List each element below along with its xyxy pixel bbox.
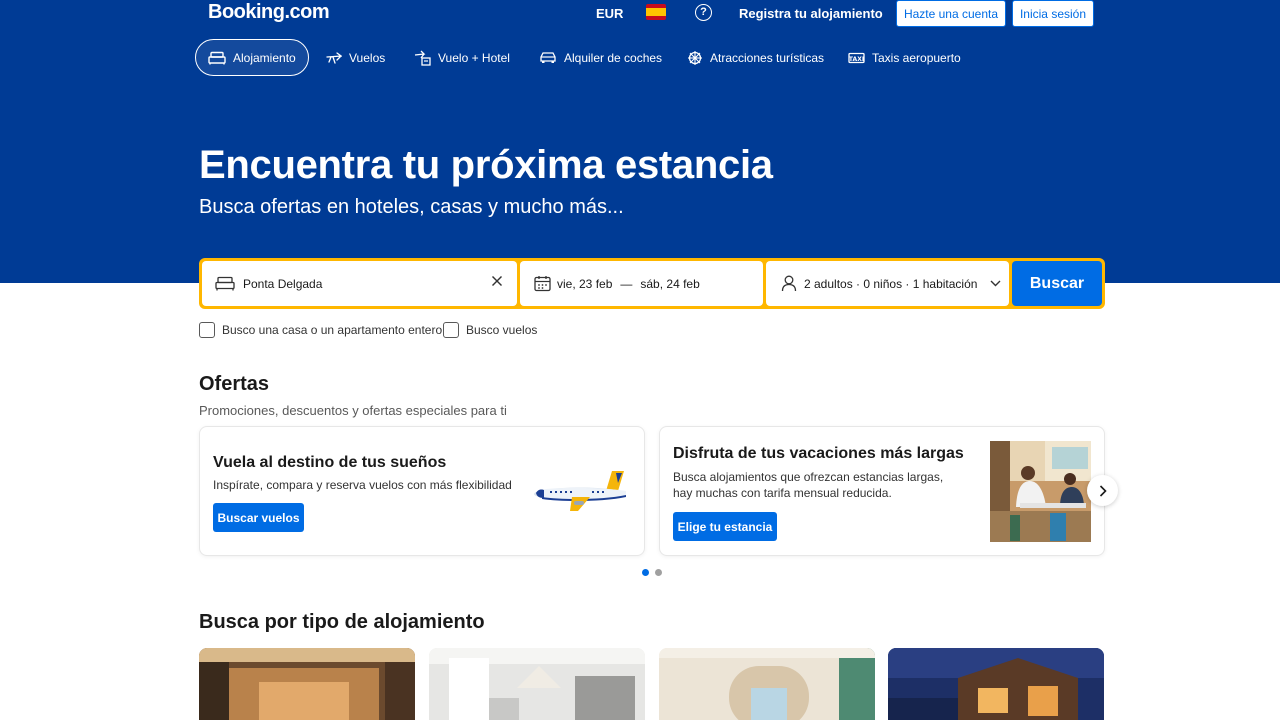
choose-stay-button[interactable]: Elige tu estancia xyxy=(673,512,777,541)
register-property-link[interactable]: Registra tu alojamiento xyxy=(739,6,883,21)
search-bar: Ponta Delgada vie, 23 feb — sáb, 24 feb … xyxy=(199,258,1105,309)
destination-field[interactable]: Ponta Delgada xyxy=(202,261,517,306)
close-icon[interactable] xyxy=(491,275,503,287)
property-type-tile[interactable] xyxy=(429,648,645,720)
nav-tab-alquiler-coches[interactable]: Alquiler de coches xyxy=(539,39,662,76)
carousel-dot-active[interactable] xyxy=(642,569,649,576)
checkbox-label: Busco vuelos xyxy=(466,323,538,337)
offer-card-text: Busca alojamientos que ofrezcan estancia… xyxy=(673,470,944,500)
nav-tab-label: Alquiler de coches xyxy=(564,50,663,65)
offer-card-text: Inspírate, compara y reserva vuelos con … xyxy=(213,478,512,492)
property-types-title: Busca por tipo de alojamiento xyxy=(199,611,485,633)
nav-tab-label: Vuelo + Hotel xyxy=(438,50,510,65)
property-type-tile[interactable] xyxy=(659,648,875,720)
login-button[interactable]: Inicia sesión xyxy=(1012,0,1094,27)
search-button[interactable]: Buscar xyxy=(1012,261,1102,306)
offer-card-title: Disfruta de tus vacaciones más largas xyxy=(673,445,964,462)
page-title: Encuentra tu próxima estancia xyxy=(199,143,773,187)
booking-logo[interactable]: Booking.com xyxy=(208,1,330,24)
car-icon xyxy=(540,52,556,63)
taxi-icon: TAXI xyxy=(848,52,865,63)
spain-flag-icon[interactable] xyxy=(646,4,666,20)
bed-icon xyxy=(215,276,235,291)
nav-tab-alojamiento[interactable]: Alojamiento xyxy=(195,39,309,76)
checkbox-entire-home[interactable]: Busco una casa o un apartamento entero xyxy=(199,322,442,338)
date-from: vie, 23 feb xyxy=(557,276,613,291)
offers-title: Ofertas xyxy=(199,373,270,395)
resort-photo xyxy=(659,648,875,720)
carousel-next-button[interactable] xyxy=(1087,475,1118,506)
guests-field[interactable]: 2 adultos · 0 niños · 1 habitación xyxy=(766,261,1009,306)
search-flights-button[interactable]: Buscar vuelos xyxy=(213,503,304,532)
create-account-button[interactable]: Hazte una cuenta xyxy=(896,0,1006,27)
offer-card-title: Vuela al destino de tus sueños xyxy=(213,454,447,471)
checkbox-box[interactable] xyxy=(443,322,459,338)
date-range-field[interactable]: vie, 23 feb — sáb, 24 feb xyxy=(520,261,763,306)
villa-photo xyxy=(888,648,1104,720)
nav-tab-atracciones[interactable]: Atracciones turísticas xyxy=(687,39,824,76)
nav-tab-label: Atracciones turísticas xyxy=(710,50,825,65)
attractions-icon xyxy=(688,50,702,65)
hotel-photo xyxy=(199,648,415,720)
offers-subtitle: Promociones, descuentos y ofertas especi… xyxy=(199,403,507,418)
airplane-illustration xyxy=(534,471,626,511)
checkbox-label: Busco una casa o un apartamento entero xyxy=(222,323,443,337)
help-icon[interactable]: ? xyxy=(695,4,712,21)
page-subtitle: Busca ofertas en hoteles, casas y mucho … xyxy=(199,196,624,218)
offer-card-flights[interactable]: Vuela al destino de tus sueños Inspírate… xyxy=(199,426,645,556)
date-to: sáb, 24 feb xyxy=(640,276,700,291)
nav-tab-vuelo-hotel[interactable]: Vuelo + Hotel xyxy=(414,39,510,76)
bed-icon xyxy=(208,51,226,64)
checkbox-flights[interactable]: Busco vuelos xyxy=(443,322,537,338)
property-type-tile[interactable] xyxy=(888,648,1104,720)
nav-tab-label: Taxis aeropuerto xyxy=(872,50,961,65)
nav-tab-label: Alojamiento xyxy=(233,50,296,65)
chevron-right-icon xyxy=(1099,484,1107,497)
checkbox-box[interactable] xyxy=(199,322,215,338)
destination-value: Ponta Delgada xyxy=(243,276,323,291)
property-type-tile[interactable] xyxy=(199,648,415,720)
cafe-photo xyxy=(990,441,1091,542)
nav-tab-vuelos[interactable]: Vuelos xyxy=(326,39,385,76)
person-icon xyxy=(781,275,797,292)
svg-text:TAXI: TAXI xyxy=(849,55,864,62)
apartment-photo xyxy=(429,648,645,720)
plane-hotel-icon xyxy=(414,50,431,66)
nav-tab-taxis[interactable]: TAXI Taxis aeropuerto xyxy=(848,39,961,76)
guests-value: 2 adultos · 0 niños · 1 habitación xyxy=(804,276,978,291)
chevron-down-icon xyxy=(990,280,1001,287)
date-separator: — xyxy=(620,276,633,291)
calendar-icon xyxy=(534,276,551,292)
currency-selector[interactable]: EUR xyxy=(596,6,623,21)
plane-icon xyxy=(326,51,342,64)
nav-tab-label: Vuelos xyxy=(349,50,386,65)
carousel-dot[interactable] xyxy=(655,569,662,576)
offer-card-long-stays[interactable]: Disfruta de tus vacaciones más largas Bu… xyxy=(659,426,1105,556)
